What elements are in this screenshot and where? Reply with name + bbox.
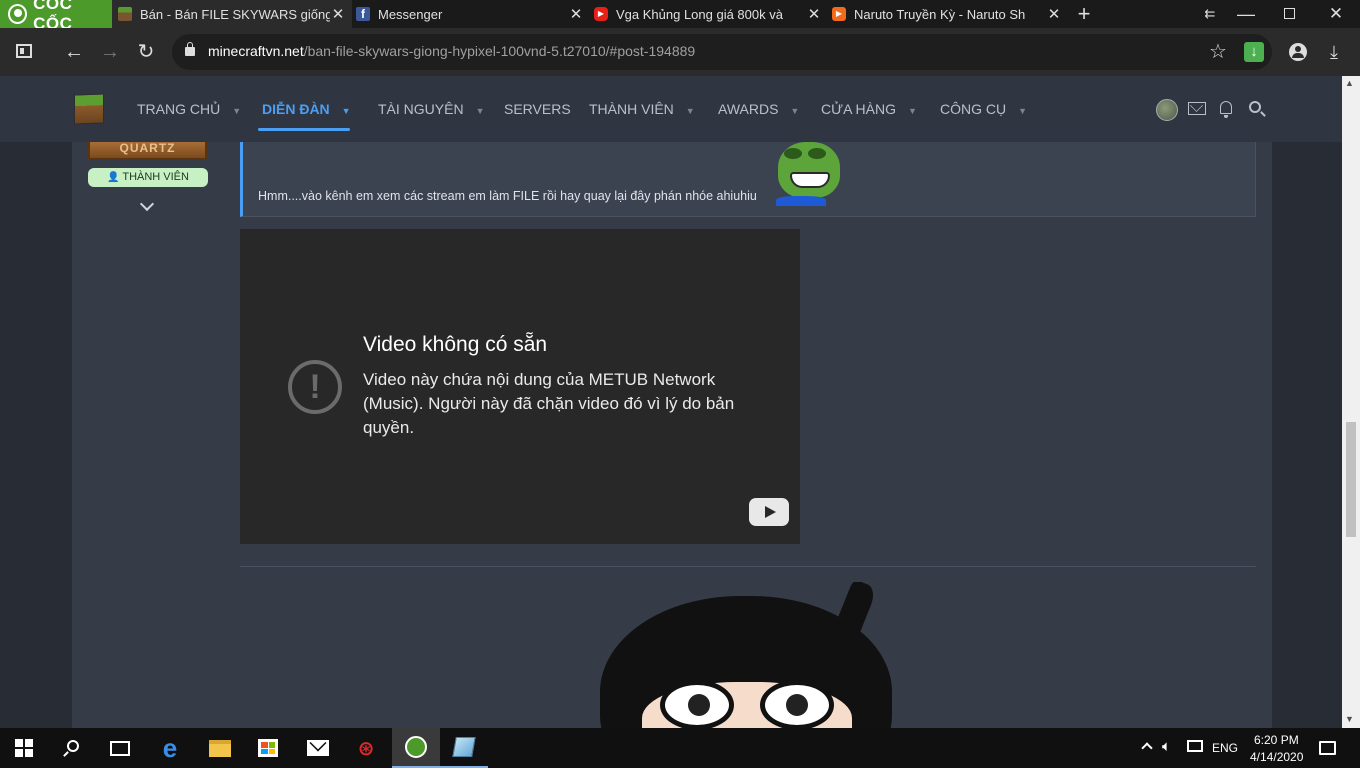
notepad-icon[interactable]: [440, 728, 488, 768]
minecraft-icon: [118, 7, 132, 21]
nav-item-thanh-vien[interactable]: THÀNH VIÊN ▼: [589, 76, 695, 142]
video-unavailable-title: Video không có sẵn: [363, 333, 548, 356]
nav-item-cong-cu[interactable]: CÔNG CỤ ▼: [940, 76, 1027, 142]
nav-item-tai-nguyen[interactable]: TÀI NGUYÊN ▼: [378, 76, 485, 142]
nav-item-dien-dan[interactable]: DIỄN ĐÀN ▼: [262, 76, 351, 142]
user-role-badge: 👤 THÀNH VIÊN: [88, 168, 208, 187]
url-domain: minecraftvn.net: [208, 43, 304, 59]
tab-messenger[interactable]: f Messenger ✕: [352, 0, 590, 28]
notifications-icon[interactable]: [1319, 741, 1336, 755]
coccoc-taskbar-icon[interactable]: [392, 728, 440, 768]
download-extension-icon[interactable]: ↓: [1244, 42, 1264, 62]
user-sidebar: [72, 142, 224, 728]
tab-title: Vga Khủng Long giá 800k và: [616, 6, 783, 22]
clock-date[interactable]: 4/14/2020: [1250, 750, 1303, 764]
bell-icon[interactable]: [1218, 100, 1234, 118]
video-unavailable-message: Video này chứa nội dung của METUB Networ…: [363, 370, 735, 437]
facebook-icon: f: [356, 7, 370, 21]
mail-icon[interactable]: [294, 728, 342, 768]
search-icon[interactable]: [48, 728, 96, 768]
garena-icon[interactable]: ⊛: [342, 728, 390, 768]
sidebar-toggle-icon[interactable]: [16, 44, 32, 58]
caret-down-icon: ▼: [685, 106, 695, 116]
tab-title: Naruto Truyền Kỳ - Naruto Sh: [854, 6, 1026, 22]
pepe-laugh-emoji: [776, 142, 842, 206]
caret-down-icon: ▼: [907, 106, 917, 116]
back-button[interactable]: ←: [62, 40, 86, 64]
tab-title: Bán - Bán FILE SKYWARS giống: [140, 6, 330, 22]
tab-title: Messenger: [378, 6, 443, 22]
scroll-down-arrow-icon[interactable]: ▼: [1345, 714, 1354, 724]
language-indicator[interactable]: ENG: [1212, 741, 1238, 755]
nav-item-servers[interactable]: SERVERS: [504, 76, 571, 142]
scrollbar-thumb[interactable]: [1346, 422, 1356, 537]
profile-icon[interactable]: [1289, 43, 1307, 61]
search-icon[interactable]: [1249, 101, 1266, 117]
windows-start-icon[interactable]: [0, 728, 48, 768]
tab-naruto[interactable]: ▶ Naruto Truyền Kỳ - Naruto Sh ✕: [828, 0, 1068, 28]
post-divider: [240, 566, 1256, 567]
maximize-button[interactable]: [1284, 8, 1295, 19]
quote-block: [240, 142, 1256, 217]
close-tab-icon[interactable]: ✕: [806, 5, 822, 23]
downloads-icon[interactable]: ⤓: [1322, 40, 1346, 64]
coccoc-menu-button[interactable]: CỐC CỐC: [0, 0, 112, 33]
bookmark-star-icon[interactable]: ☆: [1206, 40, 1230, 64]
file-explorer-icon[interactable]: [196, 728, 244, 768]
scroll-up-arrow-icon[interactable]: ▲: [1345, 78, 1354, 88]
close-window-button[interactable]: ✕: [1324, 2, 1348, 26]
nav-item-awards[interactable]: AWARDS ▼: [718, 76, 799, 142]
clock-time[interactable]: 6:20 PM: [1254, 733, 1299, 747]
forward-button[interactable]: →: [98, 40, 122, 64]
caret-down-icon: ▼: [341, 106, 351, 116]
tab-sync-icon[interactable]: ⇇: [1198, 2, 1222, 26]
user-role-icon: 👤: [107, 172, 120, 183]
caret-down-icon: ▼: [1018, 106, 1028, 116]
user-avatar[interactable]: [1156, 99, 1178, 121]
network-icon[interactable]: [1187, 740, 1203, 752]
new-tab-button[interactable]: +: [1072, 2, 1096, 26]
cartoon-image: [600, 582, 900, 728]
user-rank-badge: QUARTZ: [88, 142, 207, 160]
microsoft-store-icon[interactable]: [244, 728, 292, 768]
url-text[interactable]: minecraftvn.net/ban-file-skywars-giong-h…: [208, 43, 695, 59]
play-icon: ▶: [832, 7, 846, 21]
close-tab-icon[interactable]: ✕: [1046, 5, 1062, 23]
nav-item-trang-chu[interactable]: TRANG CHỦ ▼: [137, 76, 241, 142]
quote-text: Hmm....vào kênh em xem các stream em làm…: [258, 189, 757, 203]
caret-down-icon: ▼: [232, 106, 242, 116]
task-view-icon[interactable]: [96, 728, 144, 768]
youtube-play-button[interactable]: [749, 498, 789, 526]
lock-icon: [185, 42, 195, 56]
minimize-button[interactable]: —: [1234, 2, 1258, 26]
url-path: /ban-file-skywars-giong-hypixel-100vnd-5…: [303, 43, 696, 59]
close-tab-icon[interactable]: ✕: [568, 5, 584, 23]
youtube-icon: ▶: [594, 7, 608, 21]
page-scrollbar[interactable]: [1342, 76, 1360, 728]
inbox-envelope-icon[interactable]: [1188, 99, 1206, 115]
edge-browser-icon[interactable]: e: [146, 728, 194, 768]
close-tab-icon[interactable]: ✕: [330, 5, 346, 23]
tab-skywars[interactable]: Bán - Bán FILE SKYWARS giống ✕: [112, 0, 352, 28]
tab-vga[interactable]: ▶ Vga Khủng Long giá 800k và ✕: [590, 0, 828, 28]
caret-down-icon: ▼: [475, 106, 485, 116]
error-exclamation-icon: !: [288, 360, 342, 414]
caret-down-icon: ▼: [790, 106, 800, 116]
nav-item-cua-hang[interactable]: CỬA HÀNG ▼: [821, 76, 917, 142]
active-nav-underline: [258, 128, 350, 131]
volume-icon[interactable]: 🔈︎: [1162, 738, 1171, 755]
minecraft-grass-block-logo[interactable]: [74, 93, 104, 125]
reload-button[interactable]: ↻: [134, 40, 158, 64]
coccoc-logo-icon: [8, 4, 28, 24]
